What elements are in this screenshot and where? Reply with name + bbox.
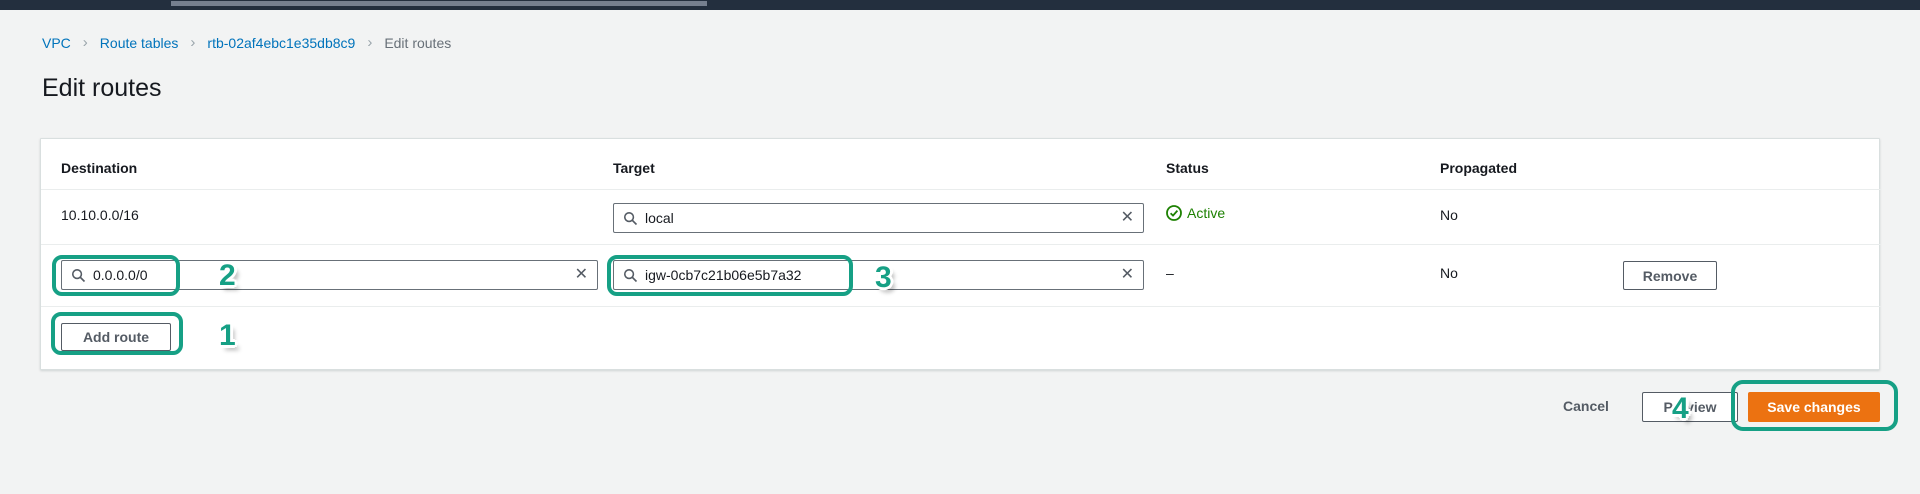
search-icon <box>623 211 638 226</box>
status-text: Active <box>1187 205 1225 221</box>
target-search-box: ✕ <box>613 203 1144 233</box>
breadcrumb-link-route-tables[interactable]: Route tables <box>100 35 179 51</box>
target-input[interactable] <box>645 210 1121 226</box>
column-header-status: Status <box>1166 160 1209 176</box>
breadcrumb-link-vpc[interactable]: VPC <box>42 35 71 51</box>
save-changes-button[interactable]: Save changes <box>1748 392 1880 422</box>
cancel-button[interactable]: Cancel <box>1563 398 1609 414</box>
column-header-propagated: Propagated <box>1440 160 1517 176</box>
row-divider <box>41 244 1881 245</box>
breadcrumb-current: Edit routes <box>384 35 451 51</box>
column-header-target: Target <box>613 160 655 176</box>
destination-value: 10.10.0.0/16 <box>61 207 139 223</box>
status-value: – <box>1166 265 1174 281</box>
destination-search-box: ✕ <box>61 260 598 290</box>
remove-button[interactable]: Remove <box>1623 261 1717 290</box>
propagated-value: No <box>1440 207 1458 223</box>
routes-card: Destination Target Status Propagated 10.… <box>40 138 1880 370</box>
breadcrumb-link-route-table-id[interactable]: rtb-02af4ebc1e35db8c9 <box>207 35 355 51</box>
destination-input[interactable] <box>93 267 575 283</box>
search-icon <box>71 268 86 283</box>
breadcrumb: VPC › Route tables › rtb-02af4ebc1e35db8… <box>42 34 451 51</box>
header-divider <box>41 189 1881 190</box>
status-badge: Active <box>1166 205 1225 221</box>
clear-icon[interactable]: ✕ <box>1121 210 1134 226</box>
propagated-value: No <box>1440 265 1458 281</box>
clear-icon[interactable]: ✕ <box>1121 267 1134 283</box>
chevron-right-icon: › <box>190 34 195 51</box>
row-divider <box>41 306 1881 307</box>
target-search-box: ✕ <box>613 260 1144 290</box>
search-icon <box>623 268 638 283</box>
edit-routes-page: VPC › Route tables › rtb-02af4ebc1e35db8… <box>0 0 1920 494</box>
chevron-right-icon: › <box>367 34 372 51</box>
target-input[interactable] <box>645 267 1121 283</box>
preview-button[interactable]: Preview <box>1642 392 1738 422</box>
clear-icon[interactable]: ✕ <box>575 267 588 283</box>
check-circle-icon <box>1166 205 1182 221</box>
column-header-destination: Destination <box>61 160 137 176</box>
add-route-button[interactable]: Add route <box>61 323 171 351</box>
top-chrome-bar <box>0 0 1920 10</box>
page-title: Edit routes <box>42 74 162 103</box>
top-chrome-strip <box>171 1 707 6</box>
chevron-right-icon: › <box>83 34 88 51</box>
